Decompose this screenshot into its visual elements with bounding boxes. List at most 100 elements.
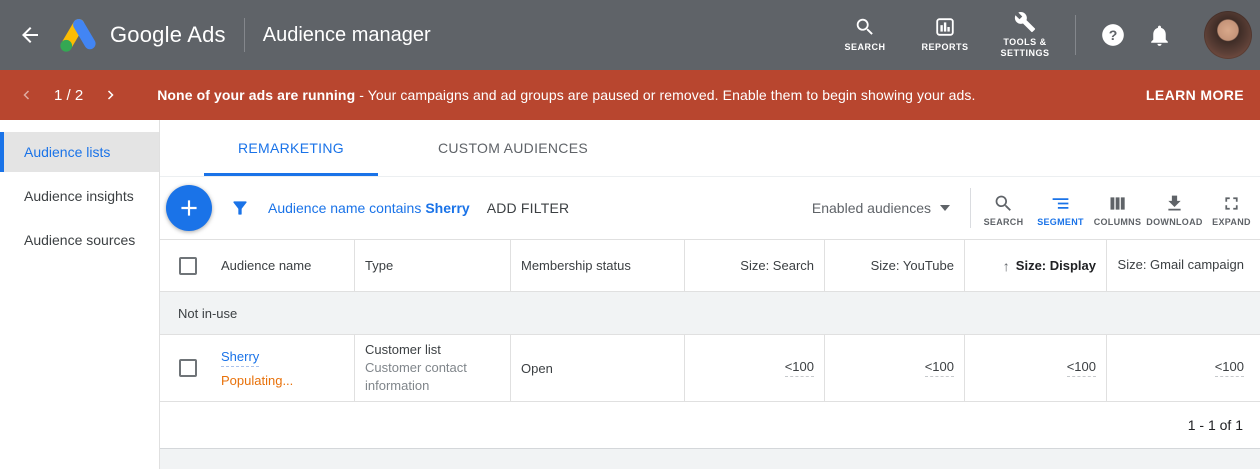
add-filter-button[interactable]: ADD FILTER: [487, 200, 570, 216]
active-filter-chip[interactable]: Audience name containsSherry: [268, 200, 470, 216]
add-audience-button[interactable]: [166, 185, 212, 231]
alert-message-rest: - Your campaigns and ad groups are pause…: [355, 87, 975, 103]
table-row: Sherry Populating... Customer list Custo…: [160, 335, 1260, 402]
type-detail: Customer contact information: [365, 359, 510, 394]
help-button[interactable]: ?: [1090, 22, 1136, 48]
page-title: Audience manager: [263, 24, 431, 47]
segment-icon: [1050, 193, 1071, 214]
column-header-size-display[interactable]: ↑ Size: Display: [965, 240, 1107, 291]
user-avatar[interactable]: [1204, 11, 1252, 59]
column-header-membership-status[interactable]: Membership status: [511, 240, 685, 291]
page-background: [160, 448, 1260, 469]
row-checkbox[interactable]: [179, 359, 197, 377]
filter-label: Audience name contains: [268, 200, 421, 216]
columns-icon: [1107, 193, 1128, 214]
expand-icon: [1221, 193, 1242, 214]
sidebar-item-audience-insights[interactable]: Audience insights: [0, 176, 159, 216]
column-header-size-search[interactable]: Size: Search: [685, 240, 825, 291]
pagination-label: 1 - 1 of 1: [1188, 417, 1243, 433]
populating-status: Populating...: [221, 373, 293, 388]
main-panel: REMARKETING CUSTOM AUDIENCES Audience na…: [160, 120, 1260, 469]
svg-text:?: ?: [1109, 27, 1118, 43]
topbar-divider: [1075, 15, 1076, 55]
sidebar-item-audience-sources[interactable]: Audience sources: [0, 220, 159, 260]
size-display-cell: <100: [965, 335, 1107, 401]
table-header-row: Audience name Type Membership status Siz…: [160, 240, 1260, 292]
google-ads-logo-icon: [56, 16, 98, 54]
column-header-type[interactable]: Type: [355, 240, 511, 291]
table-footer: 1 - 1 of 1: [160, 402, 1260, 448]
column-header-size-gmail[interactable]: Size: Gmail campaign: [1107, 240, 1260, 291]
columns-label: COLUMNS: [1094, 217, 1142, 227]
top-app-bar: Google Ads Audience manager SEARCH REPOR…: [0, 0, 1260, 70]
back-arrow-icon[interactable]: [18, 23, 42, 47]
filter-funnel-icon[interactable]: [230, 198, 250, 218]
download-button[interactable]: DOWNLOAD: [1146, 190, 1203, 227]
column-header-size-youtube[interactable]: Size: YouTube: [825, 240, 965, 291]
chevron-down-icon: [940, 205, 950, 211]
sidebar-item-label: Audience insights: [24, 188, 134, 204]
table-search-label: SEARCH: [984, 217, 1024, 227]
membership-status-cell: Open: [511, 335, 685, 401]
notifications-button[interactable]: [1136, 23, 1182, 48]
alert-message-bold: None of your ads are running: [157, 87, 355, 103]
size-search-cell: <100: [685, 335, 825, 401]
table-group-row: Not in-use: [160, 292, 1260, 335]
size-youtube-cell: <100: [825, 335, 965, 401]
left-sidebar: Audience lists Audience insights Audienc…: [0, 120, 160, 469]
plus-icon: [176, 195, 202, 221]
search-icon: [993, 193, 1014, 214]
sidebar-item-label: Audience lists: [24, 144, 110, 160]
table-search-button[interactable]: SEARCH: [975, 190, 1032, 227]
group-label: Not in-use: [178, 306, 237, 321]
segment-button[interactable]: SEGMENT: [1032, 190, 1089, 227]
ads-not-running-alert: 1 / 2 None of your ads are running - You…: [0, 70, 1260, 120]
sort-ascending-icon: ↑: [1003, 258, 1010, 274]
filter-value: Sherry: [425, 200, 469, 216]
audience-status-dropdown-value: Enabled audiences: [812, 200, 931, 216]
size-search-value: <100: [785, 359, 814, 377]
help-icon: ?: [1100, 22, 1126, 48]
header-checkbox-cell: [160, 240, 216, 291]
alert-pager: 1 / 2: [54, 87, 83, 104]
tab-custom-audiences[interactable]: CUSTOM AUDIENCES: [404, 120, 622, 176]
topbar-divider: [244, 18, 245, 52]
tab-label: CUSTOM AUDIENCES: [438, 140, 588, 156]
alert-message: None of your ads are running - Your camp…: [157, 87, 975, 103]
sidebar-item-audience-lists[interactable]: Audience lists: [0, 132, 159, 172]
google-ads-logo[interactable]: Google Ads: [56, 16, 226, 54]
select-all-checkbox[interactable]: [179, 257, 197, 275]
row-checkbox-cell: [160, 335, 216, 401]
alert-next-icon[interactable]: [97, 89, 123, 101]
size-gmail-cell: <100: [1107, 335, 1260, 401]
download-label: DOWNLOAD: [1146, 217, 1202, 227]
nav-tools-settings-button[interactable]: TOOLS & SETTINGS: [985, 11, 1065, 60]
expand-label: EXPAND: [1212, 217, 1251, 227]
nav-search-label: SEARCH: [844, 42, 885, 53]
wrench-icon: [1014, 11, 1036, 33]
bell-icon: [1147, 23, 1172, 48]
tab-remarketing[interactable]: REMARKETING: [204, 120, 378, 176]
nav-reports-button[interactable]: REPORTS: [905, 16, 985, 53]
size-gmail-value: <100: [1215, 359, 1244, 377]
type-cell: Customer list Customer contact informati…: [355, 335, 511, 401]
size-youtube-value: <100: [925, 359, 954, 377]
audience-status-dropdown[interactable]: Enabled audiences: [812, 200, 950, 216]
columns-button[interactable]: COLUMNS: [1089, 190, 1146, 227]
table-toolbar: Audience name containsSherry ADD FILTER …: [160, 177, 1260, 240]
type-value: Customer list: [365, 342, 441, 357]
audience-name-link[interactable]: Sherry: [221, 349, 259, 367]
column-header-audience-name[interactable]: Audience name: [216, 240, 355, 291]
expand-button[interactable]: EXPAND: [1203, 190, 1260, 227]
nav-reports-label: REPORTS: [921, 42, 968, 53]
download-icon: [1164, 193, 1185, 214]
tab-label: REMARKETING: [238, 140, 344, 156]
tab-strip: REMARKETING CUSTOM AUDIENCES: [160, 120, 1260, 177]
brand-name: Google Ads: [110, 22, 226, 48]
alert-prev-icon[interactable]: [14, 89, 40, 101]
sidebar-item-label: Audience sources: [24, 232, 135, 248]
reports-icon: [934, 16, 956, 38]
nav-search-button[interactable]: SEARCH: [825, 16, 905, 53]
audience-name-cell: Sherry Populating...: [216, 335, 355, 401]
learn-more-button[interactable]: LEARN MORE: [1146, 87, 1244, 103]
